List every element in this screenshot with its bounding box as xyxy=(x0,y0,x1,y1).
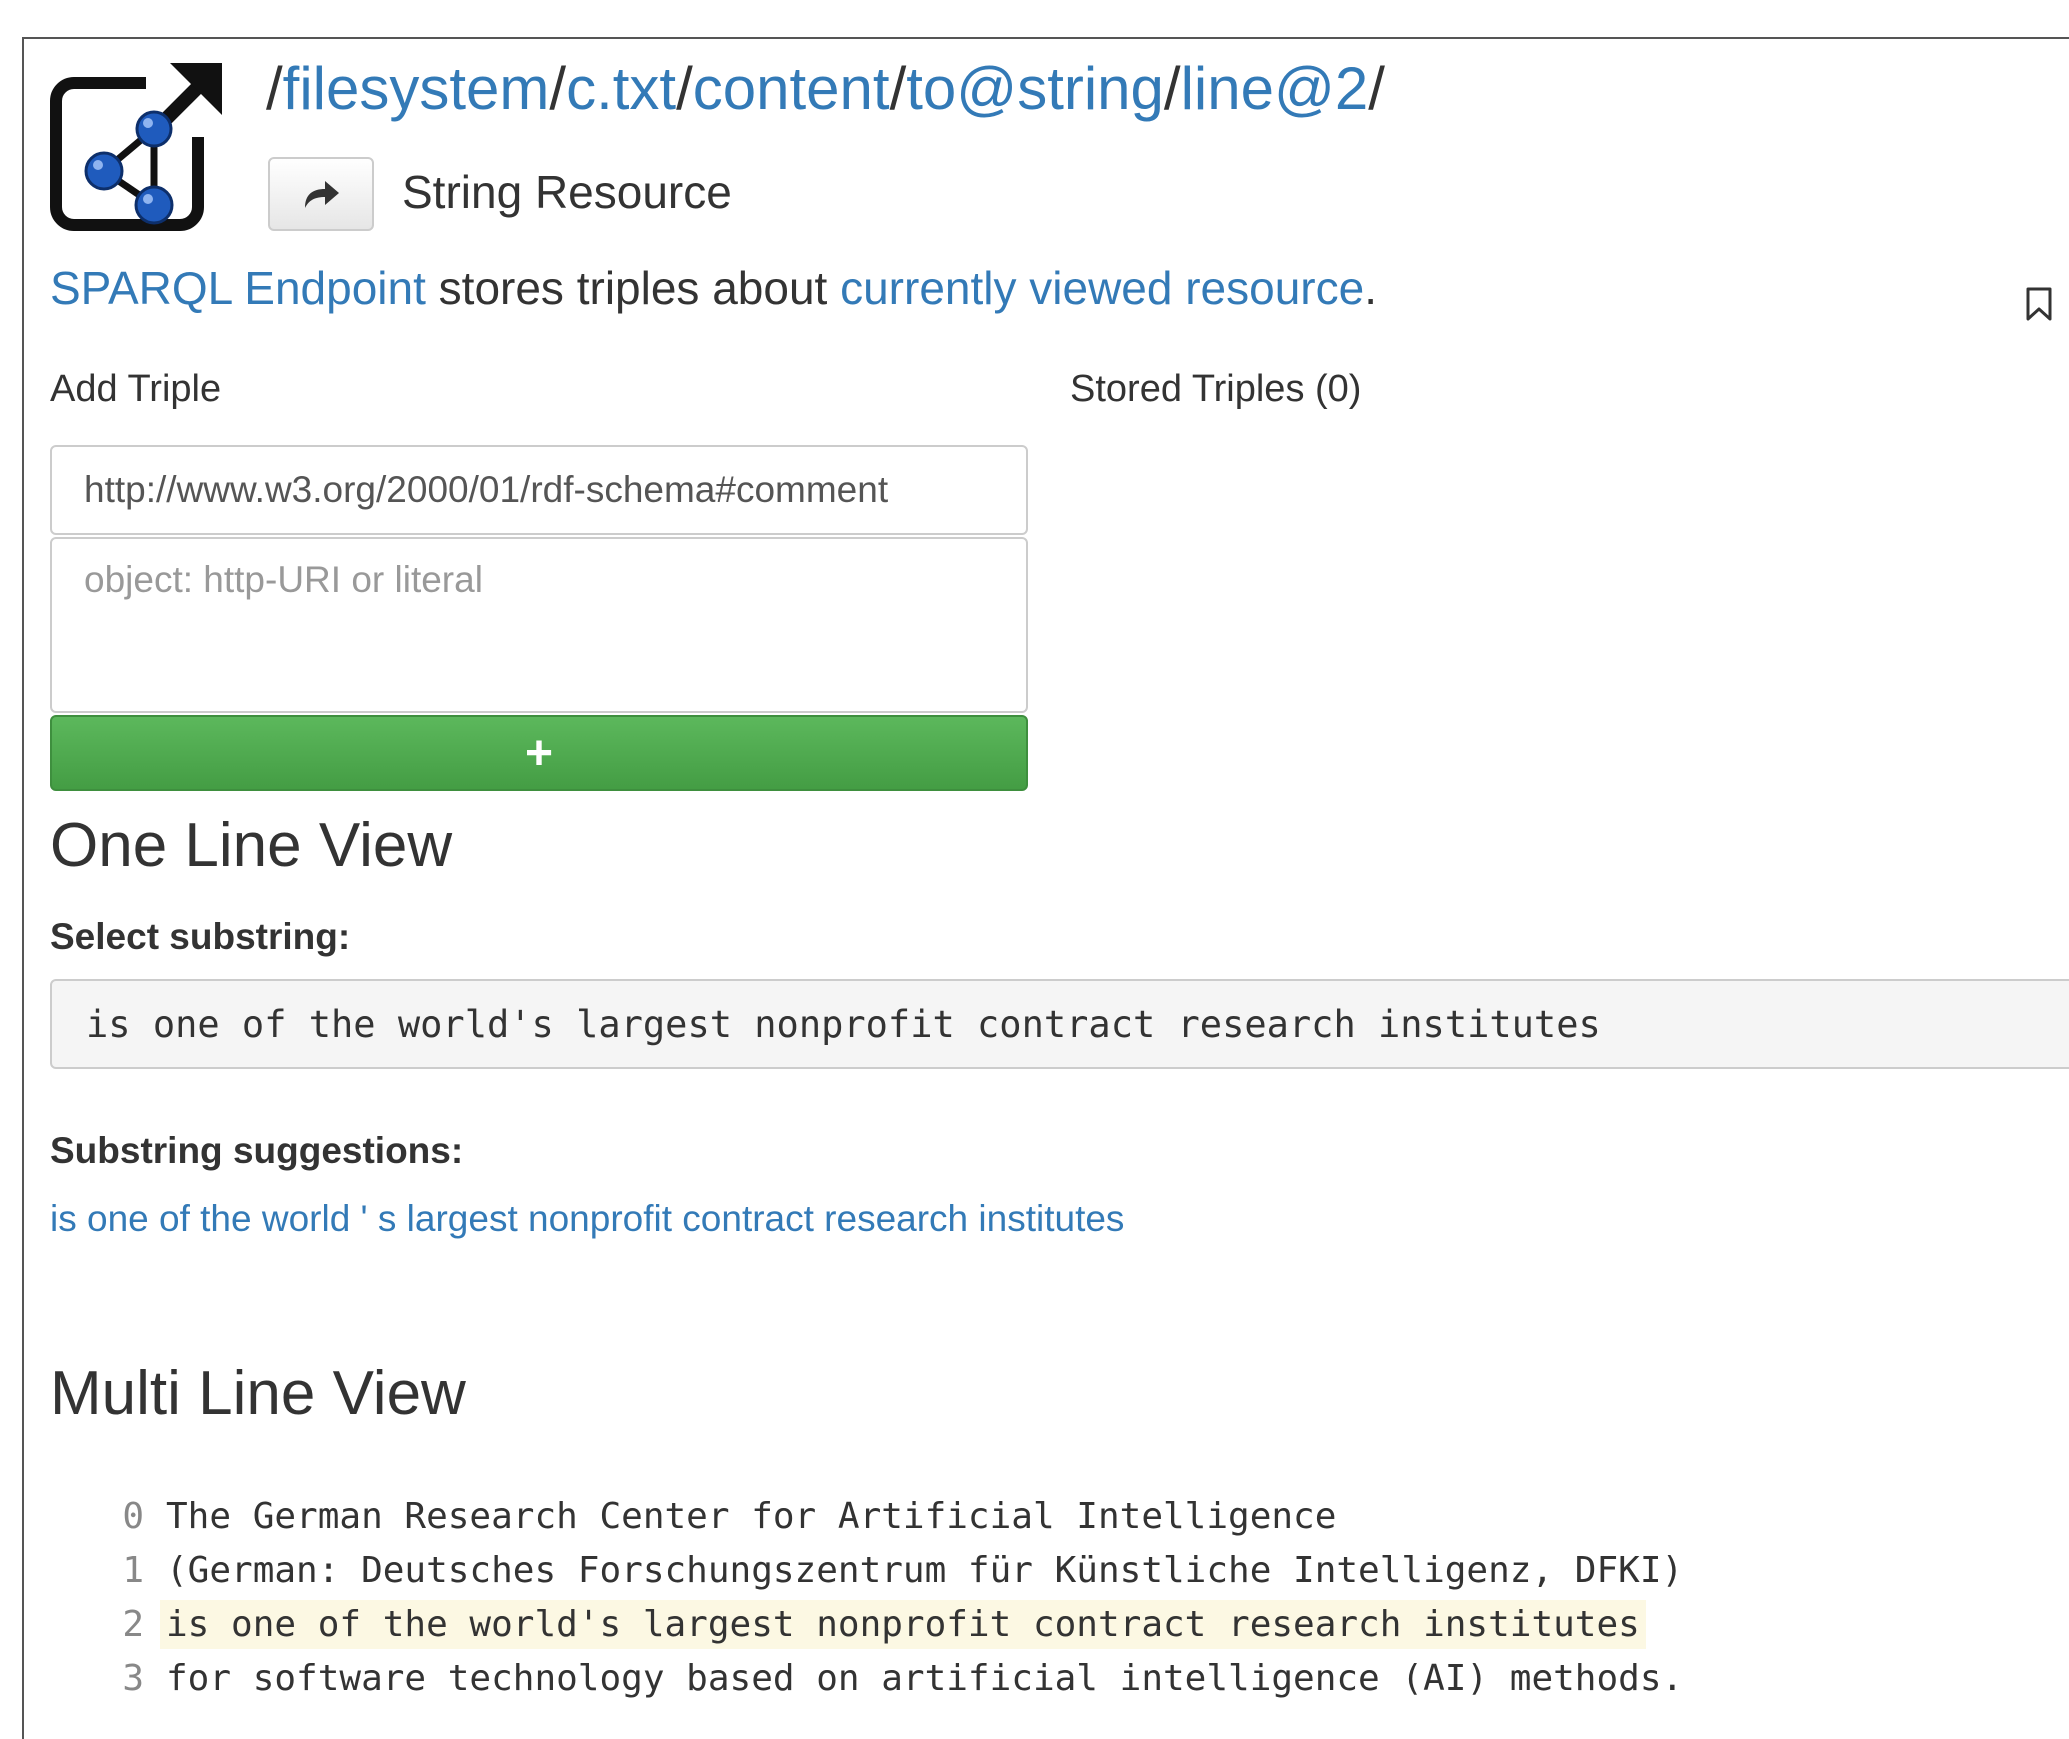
sparql-endpoint-link[interactable]: SPARQL Endpoint xyxy=(50,262,426,314)
breadcrumb-sep: / xyxy=(1368,55,1385,122)
select-substring-label: Select substring: xyxy=(50,916,351,957)
bookmark-icon[interactable] xyxy=(2024,287,2054,321)
line-number: 1 xyxy=(122,1549,144,1591)
add-triple-button[interactable]: + xyxy=(50,715,1028,791)
line-row[interactable]: 0 The German Research Center for Artific… xyxy=(104,1489,1689,1543)
multi-line-view-heading: Multi Line View xyxy=(50,1359,466,1428)
substring-selector[interactable]: is one of the world's largest nonprofit … xyxy=(50,979,2069,1069)
rdf-logo-icon xyxy=(50,57,226,231)
resource-panel: /filesystem/c.txt/content/to@string/line… xyxy=(22,37,2069,1739)
multi-line-list: 0 The German Research Center for Artific… xyxy=(104,1489,1689,1705)
line-text: (German: Deutsches Forschungszentrum für… xyxy=(166,1549,1684,1591)
object-textarea[interactable] xyxy=(50,537,1028,713)
breadcrumb-c-txt[interactable]: c.txt xyxy=(566,55,676,122)
predicate-input[interactable] xyxy=(50,445,1028,535)
one-line-view-heading: One Line View xyxy=(50,811,453,880)
line-number: 0 xyxy=(122,1495,144,1537)
endpoint-description: SPARQL Endpoint stores triples about cur… xyxy=(50,261,1377,316)
line-number: 3 xyxy=(122,1657,144,1699)
breadcrumb-sep: / xyxy=(266,55,283,122)
breadcrumb-sep: / xyxy=(549,55,567,122)
breadcrumb-content[interactable]: content xyxy=(693,55,890,122)
endpoint-period: . xyxy=(1364,262,1377,314)
share-button[interactable] xyxy=(268,157,374,231)
line-row[interactable]: 3 for software technology based on artif… xyxy=(104,1651,1689,1705)
share-arrow-icon xyxy=(305,181,339,208)
resource-type-label: String Resource xyxy=(402,166,732,218)
substring-suggestion-link[interactable]: is one of the world ' s largest nonprofi… xyxy=(50,1197,1124,1241)
stored-triples-label: Stored Triples (0) xyxy=(1070,368,1362,410)
line-text: is one of the world's largest nonprofit … xyxy=(160,1599,1646,1649)
current-resource-link[interactable]: currently viewed resource xyxy=(840,262,1364,314)
breadcrumb-sep: / xyxy=(676,55,693,122)
breadcrumb-sep: / xyxy=(889,55,907,122)
endpoint-text: stores triples about xyxy=(425,262,841,314)
breadcrumb: /filesystem/c.txt/content/to@string/line… xyxy=(266,53,1385,125)
breadcrumb-to-string[interactable]: to@string xyxy=(906,55,1164,122)
line-row[interactable]: 1 (German: Deutsches Forschungszentrum f… xyxy=(104,1543,1689,1597)
substring-suggestions-label: Substring suggestions: xyxy=(50,1130,464,1171)
add-triple-label: Add Triple xyxy=(50,368,222,410)
line-text: The German Research Center for Artificia… xyxy=(166,1495,1337,1537)
line-number: 2 xyxy=(122,1603,144,1645)
breadcrumb-filesystem[interactable]: filesystem xyxy=(283,55,550,122)
breadcrumb-sep: / xyxy=(1163,55,1181,122)
line-text: for software technology based on artific… xyxy=(166,1657,1684,1699)
breadcrumb-line-2[interactable]: line@2 xyxy=(1181,55,1369,122)
line-row-highlighted[interactable]: 2 is one of the world's largest nonprofi… xyxy=(104,1597,1689,1651)
